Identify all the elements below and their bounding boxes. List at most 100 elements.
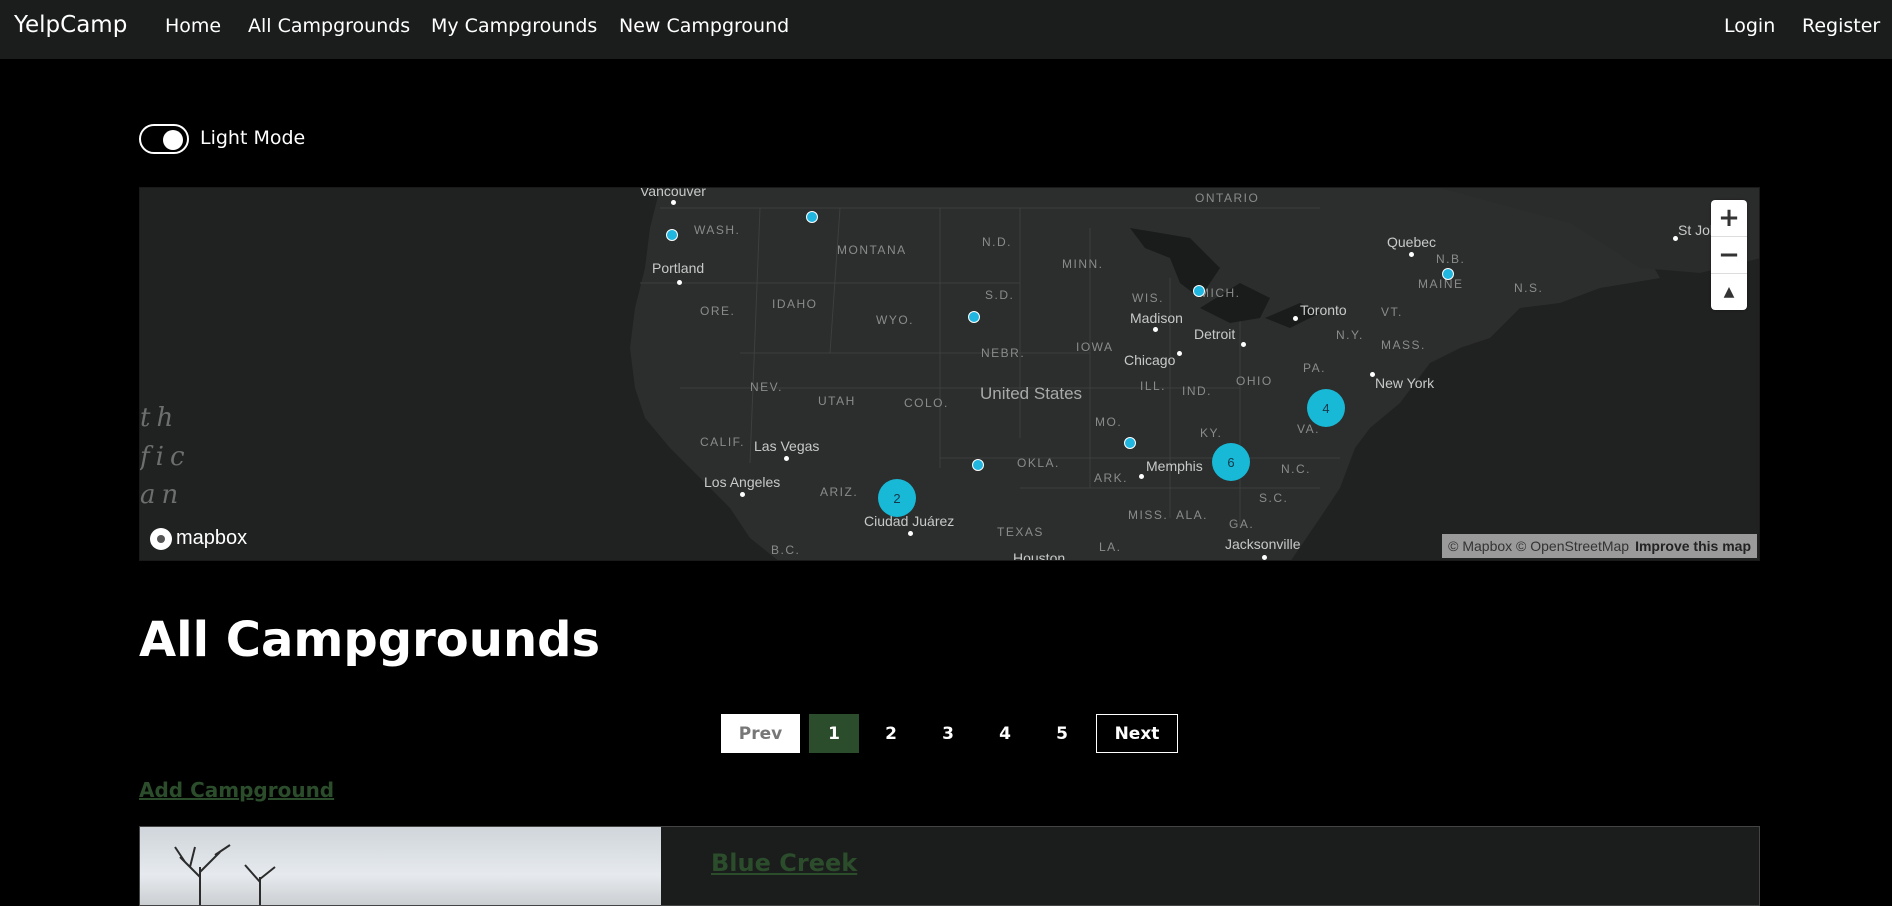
state-label: IDAHO: [772, 297, 818, 311]
campground-pin[interactable]: [972, 459, 984, 471]
nav-all-campgrounds[interactable]: All Campgrounds: [248, 15, 410, 37]
city-dot: [1139, 474, 1144, 479]
nav-new-campground[interactable]: New Campground: [619, 15, 789, 37]
city-dot: [908, 531, 913, 536]
compass-button[interactable]: ▲: [1711, 274, 1747, 310]
city-label: Memphis: [1146, 458, 1203, 474]
nav-my-campgrounds[interactable]: My Campgrounds: [431, 15, 597, 37]
page-3-button[interactable]: 3: [923, 714, 973, 753]
toggle-knob: [163, 130, 183, 150]
page-5-button[interactable]: 5: [1037, 714, 1087, 753]
theme-toggle-switch[interactable]: [139, 124, 189, 154]
nav-login[interactable]: Login: [1724, 15, 1775, 37]
state-label: MICH.: [1199, 286, 1241, 300]
navbar: YelpCamp Home All Campgrounds My Campgro…: [0, 0, 1892, 59]
city-dot: [1241, 342, 1246, 347]
campground-cluster[interactable]: 6: [1212, 443, 1250, 481]
state-label: COLO.: [904, 396, 949, 410]
state-label: N.D.: [982, 235, 1012, 249]
city-dot: [1409, 252, 1414, 257]
city-label: Madison: [1130, 310, 1183, 326]
state-label: GA.: [1229, 517, 1255, 531]
campground-cluster[interactable]: 4: [1307, 389, 1345, 427]
campground-pin[interactable]: [1442, 268, 1454, 280]
state-label: NEV.: [750, 380, 783, 394]
campground-image: [140, 827, 661, 905]
city-label: Ciudad Juárez: [864, 513, 955, 529]
page-4-button[interactable]: 4: [980, 714, 1030, 753]
state-label: OHIO: [1236, 374, 1273, 388]
state-label: PA.: [1303, 361, 1326, 375]
campground-card: Blue Creek: [139, 826, 1760, 906]
ocean-label-line-1: th: [140, 403, 180, 433]
city-dot: [740, 492, 745, 497]
state-label: UTAH: [818, 394, 856, 408]
city-dot: [1177, 351, 1182, 356]
campground-pin[interactable]: [1193, 285, 1205, 297]
city-label: Quebec: [1387, 234, 1437, 250]
state-label: S.C.: [1259, 491, 1289, 505]
map-attribution: © Mapbox © OpenStreetMap Improve this ma…: [1442, 534, 1757, 558]
state-label: CALIF.: [700, 435, 746, 449]
city-label: Portland: [652, 260, 705, 276]
state-label: LA.: [1099, 540, 1122, 554]
campground-pin[interactable]: [806, 211, 818, 223]
city-label: Jacksonville: [1225, 536, 1301, 552]
brand-link[interactable]: YelpCamp: [14, 12, 127, 38]
zoom-in-button[interactable]: +: [1711, 200, 1747, 237]
city-label: New York: [1375, 375, 1435, 391]
state-label: NEBR.: [981, 346, 1026, 360]
page-2-button[interactable]: 2: [866, 714, 916, 753]
campground-pin[interactable]: [968, 311, 980, 323]
city-dot: [784, 456, 789, 461]
nav-home[interactable]: Home: [165, 15, 221, 37]
city-label: Los Angeles: [704, 474, 781, 490]
attribution-text[interactable]: © Mapbox © OpenStreetMap: [1448, 538, 1629, 554]
state-label: WASH.: [694, 223, 741, 237]
prev-page-button[interactable]: Prev: [721, 714, 800, 753]
state-label: ALA.: [1176, 508, 1209, 522]
city-label: Vancouver: [640, 187, 706, 199]
city-dot: [671, 200, 676, 205]
state-label: WIS.: [1132, 291, 1164, 305]
state-label: MISS.: [1128, 508, 1169, 522]
state-label: KY.: [1200, 426, 1223, 440]
theme-toggle-label: Light Mode: [200, 127, 306, 149]
state-label: ILL.: [1140, 379, 1167, 393]
campground-pin[interactable]: [666, 229, 678, 241]
mapbox-logo[interactable]: mapbox: [150, 527, 247, 550]
city-label: Houston: [1013, 550, 1066, 561]
campground-title-link[interactable]: Blue Creek: [711, 849, 857, 877]
state-label: IOWA: [1076, 340, 1114, 354]
next-page-button[interactable]: Next: [1096, 714, 1178, 753]
state-label: MO.: [1095, 415, 1123, 429]
state-label: ONTARIO: [1195, 191, 1260, 205]
zoom-out-button[interactable]: −: [1711, 237, 1747, 274]
state-label: ARIZ.: [820, 485, 859, 499]
state-label: N.B.: [1436, 252, 1466, 266]
state-label: ORE.: [700, 304, 736, 318]
nav-register[interactable]: Register: [1802, 15, 1880, 37]
state-label: MINN.: [1062, 257, 1104, 271]
map-land: [630, 188, 1759, 560]
mapbox-logo-text: mapbox: [176, 527, 248, 549]
state-label: B.C.: [771, 543, 801, 557]
campground-cluster[interactable]: 2: [878, 479, 916, 517]
map-controls: + − ▲: [1711, 200, 1747, 310]
state-label: MASS.: [1381, 338, 1426, 352]
state-label: S.D.: [985, 288, 1015, 302]
city-label: Las Vegas: [754, 438, 820, 454]
add-campground-link[interactable]: Add Campground: [139, 778, 334, 802]
improve-map-link[interactable]: Improve this map: [1635, 538, 1751, 554]
city-dot: [1370, 372, 1375, 377]
country-label: United States: [980, 384, 1083, 403]
mapbox-icon: [150, 527, 172, 550]
city-dot: [1262, 555, 1267, 560]
campground-pin[interactable]: [1124, 437, 1136, 449]
ocean-label-line-2: fic: [140, 442, 191, 472]
city-dot: [1673, 236, 1678, 241]
campground-map[interactable]: th fic an United States Vancouver Portla…: [139, 187, 1760, 561]
state-label: VT.: [1381, 305, 1403, 319]
page-1-button[interactable]: 1: [809, 714, 859, 753]
city-label: Chicago: [1124, 352, 1176, 368]
